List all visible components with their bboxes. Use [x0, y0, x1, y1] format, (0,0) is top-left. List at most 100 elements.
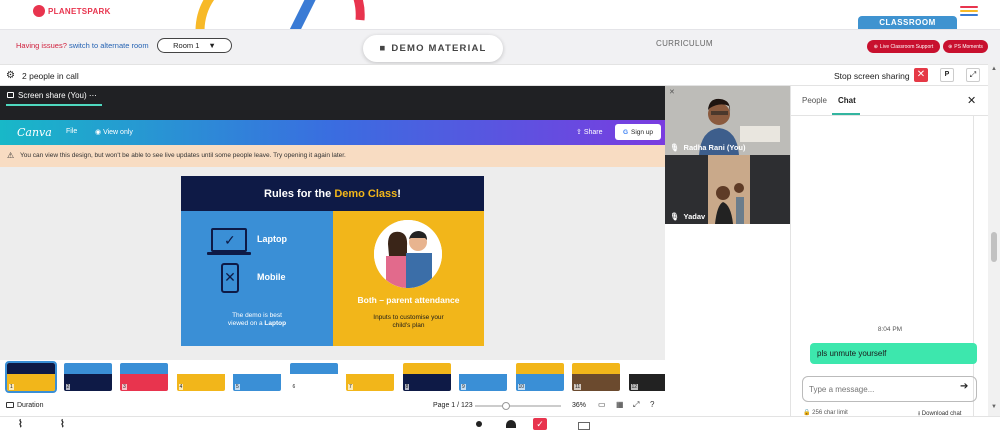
thumbnail-number: 3 [122, 384, 127, 390]
thumbnail-number: 4 [178, 384, 184, 390]
pip-button[interactable]: P [940, 68, 954, 82]
tab-people[interactable]: People [802, 96, 827, 105]
slide-thumbnail[interactable]: 9 [459, 363, 507, 391]
close-panel-icon[interactable]: ✕ [967, 94, 976, 107]
slide-thumbnail[interactable]: 10 [515, 363, 564, 391]
tab-classroom[interactable]: CLASSROOM [858, 16, 957, 29]
send-arrow-icon[interactable]: ➔ [960, 381, 968, 392]
participant-tile[interactable]: 🎙 Yadav [665, 155, 790, 224]
duration-icon [6, 402, 14, 408]
mic-icon: 🎙 [670, 143, 680, 152]
thumbnail-number: 10 [517, 384, 526, 390]
active-underline [6, 104, 102, 106]
expand-button[interactable]: ⤢ [966, 68, 980, 82]
stop-sharing-button[interactable]: ✕ [914, 68, 928, 82]
ps-moments-button[interactable]: ⊕ PS Moments [943, 40, 988, 53]
issues-text: Having issues? switch to alternate room [16, 41, 149, 50]
planetspark-logo[interactable]: PLANETSPARK [33, 5, 111, 17]
participant-tiles: ✕ 🎙 Radha Rani (You) 🎙 Yadav [665, 86, 790, 416]
scroll-thumb[interactable] [991, 232, 997, 262]
screen-icon[interactable] [578, 422, 590, 430]
slide-thumbnails: 1 2 3 4 5 6 7 8 9 10 11 12 [0, 360, 677, 396]
participant-name: 🎙 Radha Rani (You) [670, 143, 746, 152]
thumbnail-number: 5 [235, 384, 240, 390]
tab-chat[interactable]: Chat [838, 96, 856, 105]
laptop-label: Laptop [257, 234, 287, 244]
more-icon[interactable]: ⋯ [89, 91, 97, 100]
switch-room-link[interactable]: switch to alternate room [69, 41, 149, 50]
slide-thumbnail[interactable]: 2 [63, 363, 112, 391]
duration-button[interactable]: Duration [17, 402, 43, 409]
warning-icon: ⚠ [7, 151, 15, 160]
live-support-button[interactable]: ⊕ Live Classroom Support [867, 40, 940, 53]
demo-material-button[interactable]: ■ DEMO MATERIAL [363, 35, 503, 62]
hamburger-menu-icon[interactable] [960, 6, 978, 18]
eye-icon: ◉ [95, 129, 102, 136]
call-bar: ⚙ 2 people in call Stop screen sharing ✕… [0, 64, 988, 86]
mobile-icon: ✕ [221, 263, 239, 293]
thumbnail-number: 8 [404, 384, 410, 390]
parent-photo [374, 220, 442, 288]
chat-message: pls unmute yourself [810, 343, 977, 364]
sign-up-label: Sign up [631, 128, 654, 136]
plus-icon: ⊕ [948, 43, 953, 50]
slide-thumbnail[interactable]: 7 [346, 363, 394, 391]
slide-thumbnail[interactable]: 4 [176, 363, 225, 391]
camera-toggle-icon[interactable]: ⌇ [60, 419, 65, 430]
google-icon: G [622, 128, 628, 136]
check-icon[interactable]: ✓ [533, 418, 547, 430]
upload-icon: ⇪ [576, 129, 582, 136]
mic-icon: 🎙 [670, 212, 680, 221]
message-timestamp: 8:04 PM [877, 326, 903, 333]
close-icon: ✕ [916, 69, 926, 80]
gear-icon[interactable]: ⚙ [6, 70, 15, 81]
thumbnail-number: 7 [348, 384, 353, 390]
share-button[interactable]: ⇪ Share [576, 128, 603, 136]
fullscreen-icon[interactable]: ⤢ [633, 400, 639, 410]
room-select-value: Room 1 [173, 41, 200, 50]
slide-thumbnail[interactable]: 6 [289, 363, 338, 391]
dot-icon[interactable] [476, 421, 482, 427]
room-select[interactable]: Room 1 ▼ [157, 38, 232, 53]
slide-thumbnail[interactable]: 8 [402, 363, 451, 391]
grid-icon[interactable]: ▦ [616, 400, 624, 409]
message-input[interactable] [809, 383, 954, 396]
inputs-text: Inputs to customise your child's plan [373, 314, 444, 329]
page-scrollbar[interactable]: ▲ ▼ [988, 64, 1000, 416]
slide-thumbnail[interactable]: 1 [5, 361, 57, 393]
slide-thumbnail[interactable]: 11 [572, 363, 620, 391]
hand-icon[interactable] [506, 420, 516, 428]
laptop-base [207, 252, 251, 255]
scroll-down-icon[interactable]: ▼ [991, 404, 997, 410]
zoom-level: 36% [572, 402, 587, 409]
slide-thumbnail[interactable]: 3 [120, 363, 168, 391]
top-header: PLANETSPARK CLASSROOM Having issues? swi… [0, 0, 1000, 64]
scroll-up-icon[interactable]: ▲ [991, 66, 997, 72]
stop-sharing-label: Stop screen sharing [834, 71, 910, 81]
screen-share-title[interactable]: Screen share (You) ⋯ [18, 91, 97, 100]
help-icon[interactable]: ? [650, 400, 654, 409]
screen-share-header: Screen share (You) ⋯ [0, 86, 665, 106]
thumbnail-number: 2 [65, 384, 71, 390]
presentation-footer: Duration Page 1 / 123 36% ▭ ▦ ⤢ ? [0, 396, 665, 416]
panel-tabs: People Chat ✕ [791, 86, 989, 116]
zoom-slider[interactable] [475, 402, 561, 410]
slide-right-panel: Both – parent attendance Inputs to custo… [333, 211, 484, 346]
thumbnail-number: 12 [630, 384, 639, 390]
bottom-toolbar: ⌇ ⌇ ✓ [0, 416, 1000, 441]
mic-toggle-icon[interactable]: ⌇ [18, 419, 23, 430]
mobile-label: Mobile [257, 272, 286, 282]
slide-thumbnail[interactable]: 5 [233, 363, 281, 391]
thumbnail-number: 1 [9, 384, 14, 390]
canva-file-menu[interactable]: File [66, 128, 77, 135]
fit-icon[interactable]: ▭ [598, 400, 606, 409]
participant-tile[interactable]: ✕ 🎙 Radha Rani (You) [665, 86, 790, 155]
chat-panel: People Chat ✕ 8:04 PM pls unmute yoursel… [790, 86, 989, 417]
zoom-slider-knob[interactable] [501, 402, 510, 410]
curriculum-link[interactable]: CURRICULUM [656, 39, 713, 48]
participant-name: 🎙 Yadav [670, 212, 706, 221]
sign-up-button[interactable]: G Sign up [615, 124, 661, 140]
plus-icon: ⊕ [873, 43, 878, 50]
canva-logo[interactable]: Canva [17, 126, 52, 139]
rocket-icon [33, 5, 45, 17]
